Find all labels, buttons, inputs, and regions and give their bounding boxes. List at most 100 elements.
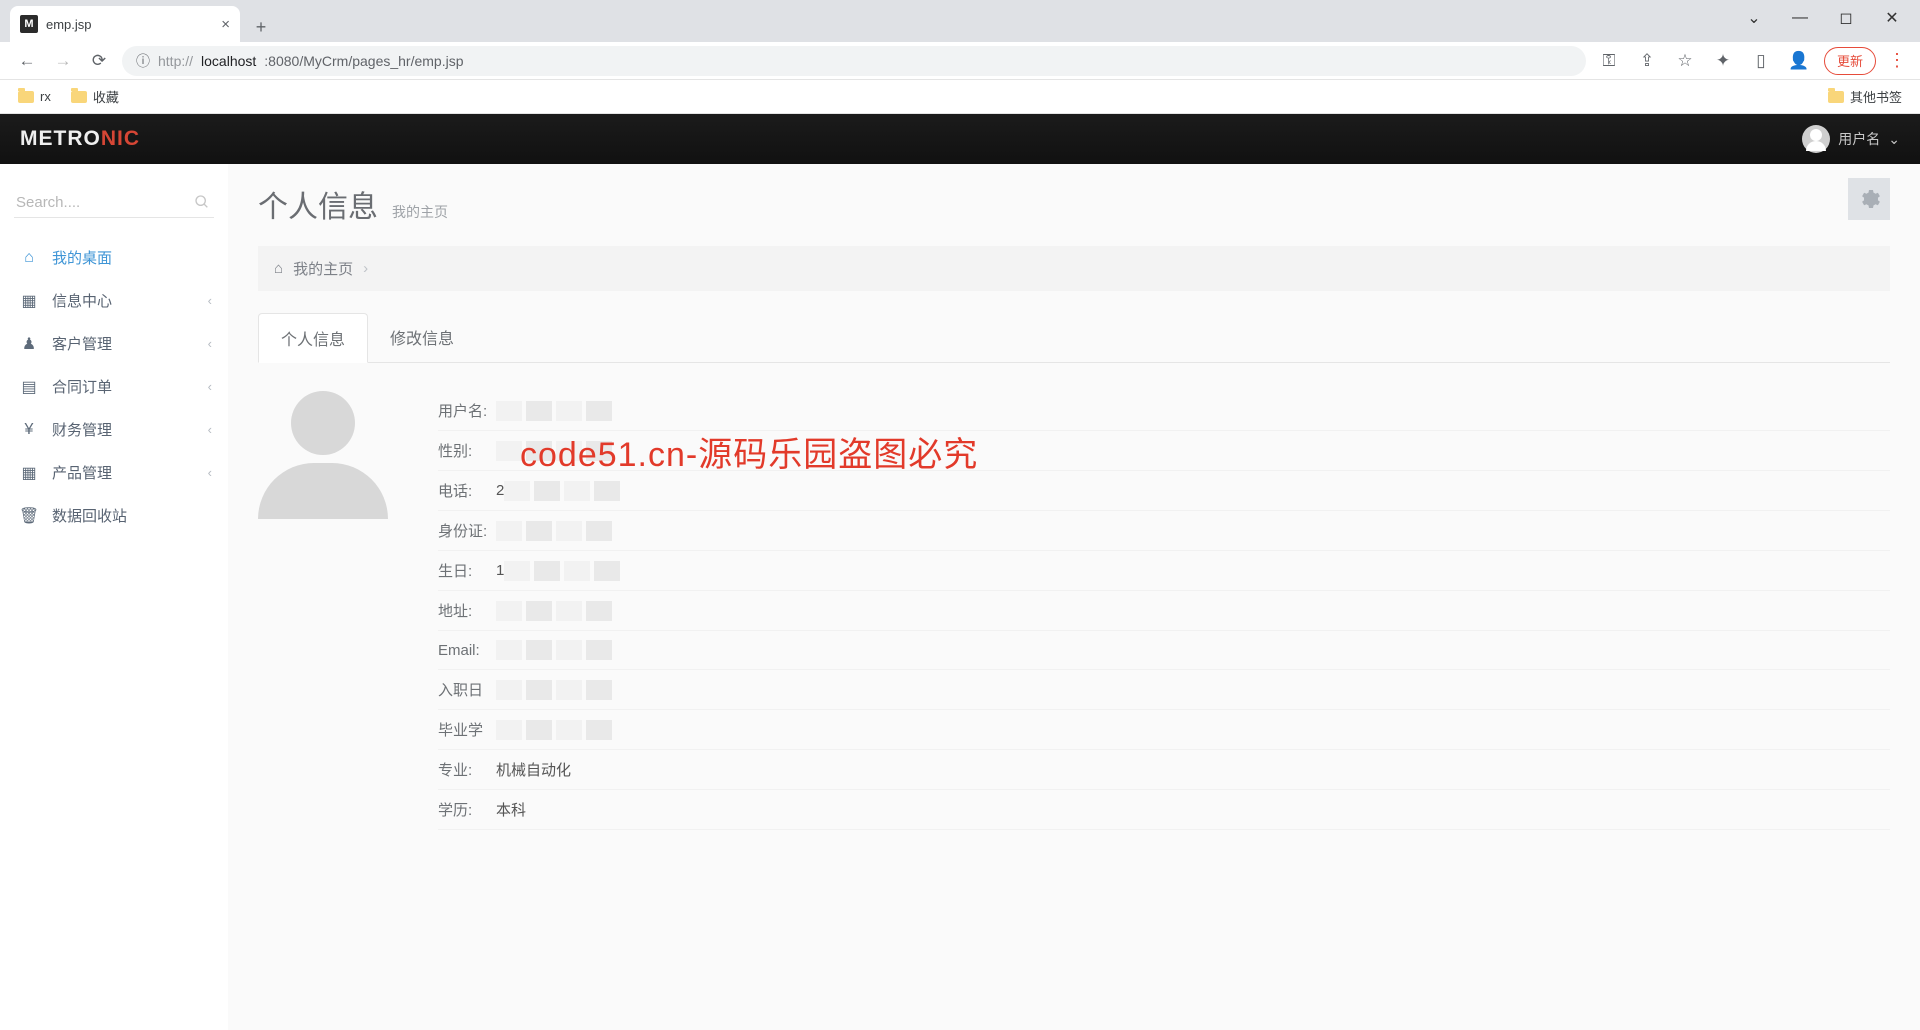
field-label: 生日: <box>438 560 496 581</box>
tabs: 个人信息 修改信息 <box>258 313 1890 363</box>
portrait <box>258 391 398 830</box>
bookmark-item[interactable]: 收藏 <box>71 87 119 106</box>
reload-icon[interactable]: ⟳ <box>86 48 112 74</box>
window-close-icon[interactable]: ✕ <box>1870 2 1914 34</box>
back-icon[interactable]: ← <box>14 48 40 74</box>
tab-edit-info[interactable]: 修改信息 <box>368 313 476 362</box>
field-row: Email: <box>438 631 1890 670</box>
avatar-placeholder-icon <box>258 391 388 521</box>
folder-icon <box>1828 91 1844 103</box>
search-input[interactable] <box>14 188 214 218</box>
search-icon[interactable] <box>194 194 210 210</box>
field-label: 专业: <box>438 759 496 780</box>
chevron-down-icon: ⌄ <box>1888 131 1900 148</box>
info-icon: ⓘ <box>136 51 150 71</box>
sidebar: ⌂我的桌面 ▦信息中心‹ ♟客户管理‹ ▤合同订单‹ ¥财务管理‹ ▦产品管理‹… <box>0 164 228 1030</box>
update-button[interactable]: 更新 <box>1824 47 1876 75</box>
bookmarks-bar: rx 收藏 其他书签 <box>0 80 1920 114</box>
field-row: 身份证: <box>438 511 1890 551</box>
address-bar[interactable]: ⓘ http:// localhost :8080/MyCrm/pages_hr/e… <box>122 46 1586 76</box>
settings-button[interactable] <box>1848 178 1890 220</box>
tab-personal-info[interactable]: 个人信息 <box>258 313 368 363</box>
bookmark-item[interactable]: rx <box>18 89 51 104</box>
user-label: 用户名 <box>1838 129 1880 149</box>
sidebar-item-contract[interactable]: ▤合同订单‹ <box>0 365 228 408</box>
chevron-down-icon[interactable]: ⌄ <box>1732 2 1776 34</box>
menu-icon[interactable]: ⋮ <box>1888 50 1906 71</box>
redacted-value <box>496 521 612 541</box>
home-icon: ⌂ <box>18 249 40 267</box>
tab-close-icon[interactable]: × <box>221 16 230 33</box>
field-value: 2 <box>496 482 504 499</box>
window-maximize-icon[interactable]: ◻ <box>1824 2 1868 34</box>
book-icon: ▤ <box>18 377 40 397</box>
sidebar-item-recycle[interactable]: 🗑数据回收站 <box>0 494 228 537</box>
chevron-left-icon: ‹ <box>208 422 212 437</box>
forward-icon[interactable]: → <box>50 48 76 74</box>
breadcrumb: ⌂ 我的主页 › <box>258 246 1890 291</box>
page-subtitle: 我的主页 <box>392 202 448 222</box>
redacted-value <box>496 601 612 621</box>
field-label: 用户名: <box>438 400 496 421</box>
url-path: :8080/MyCrm/pages_hr/emp.jsp <box>264 53 463 69</box>
redacted-value <box>496 401 612 421</box>
folder-icon <box>71 91 87 103</box>
sidebar-item-product[interactable]: ▦产品管理‹ <box>0 451 228 494</box>
sidebar-item-finance[interactable]: ¥财务管理‹ <box>0 408 228 451</box>
chevron-left-icon: ‹ <box>208 465 212 480</box>
window-minimize-icon[interactable]: — <box>1778 2 1822 34</box>
app-logo[interactable]: METRONIC <box>20 127 140 151</box>
redacted-value <box>496 680 612 700</box>
field-label: 入职日 <box>438 679 496 700</box>
tab-title: emp.jsp <box>46 17 92 32</box>
sidebar-item-desktop[interactable]: ⌂我的桌面 <box>0 236 228 279</box>
favicon: M <box>20 15 38 33</box>
field-row: 专业:机械自动化 <box>438 750 1890 790</box>
sidebar-item-info[interactable]: ▦信息中心‹ <box>0 279 228 322</box>
folder-icon <box>18 91 34 103</box>
other-bookmarks[interactable]: 其他书签 <box>1828 87 1902 106</box>
main-content: 个人信息 我的主页 ⌂ 我的主页 › 个人信息 修改信息 code51.cn-源… <box>228 164 1920 1030</box>
profile-icon[interactable]: 👤 <box>1786 48 1812 74</box>
sidebar-item-customer[interactable]: ♟客户管理‹ <box>0 322 228 365</box>
new-tab-button[interactable]: + <box>246 12 276 42</box>
field-row: 电话:2 <box>438 471 1890 511</box>
field-value: 1 <box>496 562 504 579</box>
home-icon[interactable]: ⌂ <box>274 260 283 277</box>
grid-icon: ▦ <box>18 463 40 483</box>
field-label: 身份证: <box>438 520 496 541</box>
page-header: 个人信息 我的主页 <box>258 182 1890 226</box>
trash-icon: 🗑 <box>18 506 40 526</box>
yen-icon: ¥ <box>18 421 40 439</box>
sidebar-menu: ⌂我的桌面 ▦信息中心‹ ♟客户管理‹ ▤合同订单‹ ¥财务管理‹ ▦产品管理‹… <box>0 236 228 537</box>
field-row: 入职日 <box>438 670 1890 710</box>
profile-panel: code51.cn-源码乐园盗图必究 用户名:性别:电话:2身份证:生日:1地址… <box>258 391 1890 830</box>
share-icon[interactable]: ⇪ <box>1634 48 1660 74</box>
key-icon[interactable]: ⚿ <box>1596 48 1622 74</box>
extensions-icon[interactable]: ✦ <box>1710 48 1736 74</box>
redacted-value <box>504 561 620 581</box>
chevron-right-icon: › <box>363 260 368 277</box>
browser-tab[interactable]: M emp.jsp × <box>10 6 240 42</box>
star-icon[interactable]: ☆ <box>1672 48 1698 74</box>
url-host: localhost <box>201 53 256 69</box>
field-row: 用户名: <box>438 391 1890 431</box>
field-label: 毕业学 <box>438 719 496 740</box>
search-box <box>14 188 214 218</box>
user-menu[interactable]: 用户名 ⌄ <box>1802 125 1900 153</box>
field-row: 生日:1 <box>438 551 1890 591</box>
field-row: 地址: <box>438 591 1890 631</box>
chevron-left-icon: ‹ <box>208 336 212 351</box>
redacted-value <box>504 481 620 501</box>
field-row: 毕业学 <box>438 710 1890 750</box>
breadcrumb-item[interactable]: 我的主页 <box>293 258 353 279</box>
profile-fields: code51.cn-源码乐园盗图必究 用户名:性别:电话:2身份证:生日:1地址… <box>438 391 1890 830</box>
chevron-left-icon: ‹ <box>208 293 212 308</box>
url-scheme: http:// <box>158 53 193 69</box>
field-value: 机械自动化 <box>496 759 571 780</box>
panel-icon[interactable]: ▯ <box>1748 48 1774 74</box>
field-label: Email: <box>438 642 496 659</box>
redacted-value <box>496 640 612 660</box>
person-icon: ♟ <box>18 334 40 354</box>
redacted-value <box>496 720 612 740</box>
